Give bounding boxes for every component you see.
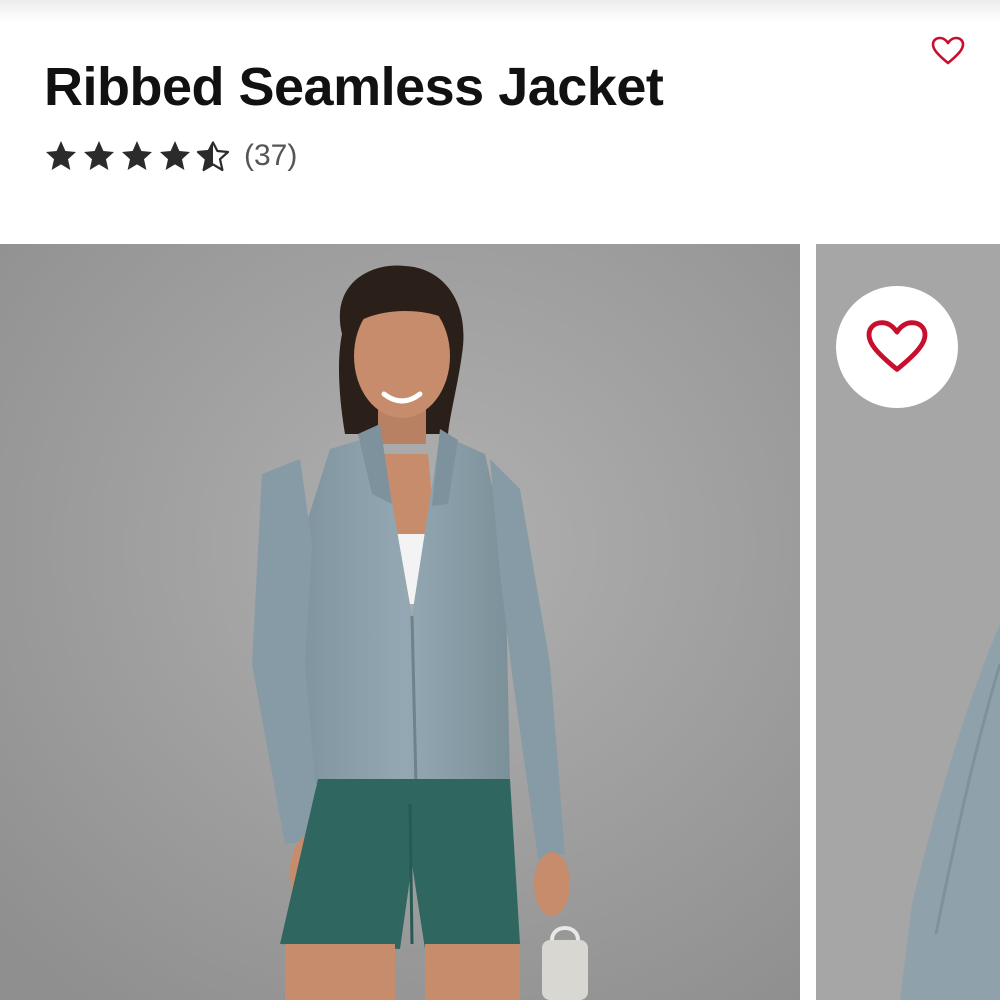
model-photo	[0, 244, 800, 1000]
favorite-button[interactable]	[928, 32, 968, 70]
product-image-main[interactable]	[0, 244, 800, 1000]
heart-outline-icon	[931, 36, 965, 65]
heart-outline-icon	[866, 320, 928, 372]
star-filled-icon	[122, 141, 152, 170]
product-title: Ribbed Seamless Jacket	[44, 57, 664, 117]
star-rating	[44, 139, 230, 173]
star-half-icon	[196, 141, 230, 172]
product-image-secondary[interactable]	[816, 244, 1000, 1000]
star-filled-icon	[46, 141, 76, 170]
review-count[interactable]: (37)	[244, 134, 297, 178]
product-image-carousel[interactable]	[0, 244, 1000, 1000]
star-filled-icon	[84, 141, 114, 170]
star-filled-icon	[160, 141, 190, 170]
product-rating[interactable]: (37)	[44, 134, 297, 178]
header-shadow	[0, 0, 1000, 22]
image-favorite-button[interactable]	[836, 286, 958, 408]
